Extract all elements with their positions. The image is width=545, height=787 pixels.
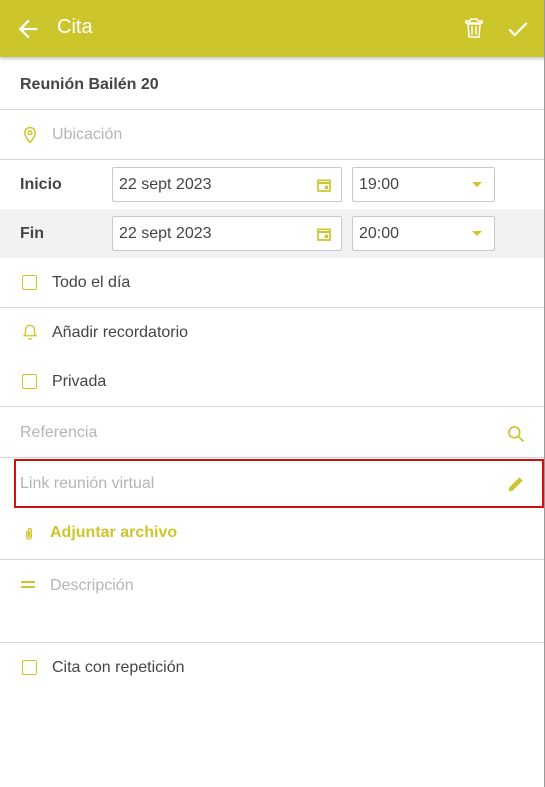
check-icon[interactable] <box>505 16 531 42</box>
dropdown-caret-icon <box>472 182 482 187</box>
pencil-icon[interactable] <box>506 474 526 494</box>
search-icon[interactable] <box>506 424 526 444</box>
start-date-input[interactable]: 22 sept 2023 <box>112 167 342 202</box>
divider <box>0 406 544 407</box>
attach-file-button[interactable]: Adjuntar archivo <box>50 524 177 542</box>
calendar-icon[interactable] <box>316 177 332 193</box>
location-pin-icon <box>23 126 37 144</box>
repeat-checkbox[interactable] <box>22 660 37 675</box>
divider <box>0 559 544 560</box>
end-time-value: 20:00 <box>359 225 400 242</box>
end-label: Fin <box>20 225 44 242</box>
virtual-link-input[interactable]: Link reunión virtual <box>20 475 154 493</box>
divider <box>0 642 544 643</box>
top-app-bar: Cita <box>0 0 545 57</box>
start-date-value: 22 sept 2023 <box>119 176 212 193</box>
start-time-value: 19:00 <box>359 176 400 193</box>
divider <box>0 109 544 110</box>
bell-icon <box>22 324 38 340</box>
reference-input[interactable]: Referencia <box>20 424 97 442</box>
private-checkbox[interactable] <box>22 374 37 389</box>
trash-icon[interactable] <box>462 16 486 40</box>
divider <box>0 307 544 308</box>
calendar-icon[interactable] <box>316 226 332 242</box>
divider <box>0 457 544 458</box>
private-label: Privada <box>52 373 107 390</box>
dropdown-caret-icon <box>472 231 482 236</box>
back-arrow-icon[interactable] <box>14 15 42 43</box>
add-reminder-button[interactable]: Añadir recordatorio <box>52 324 188 342</box>
all-day-label: Todo el día <box>52 274 131 291</box>
location-input[interactable]: Ubicación <box>52 126 122 144</box>
end-date-input[interactable]: 22 sept 2023 <box>112 216 342 251</box>
divider <box>0 159 544 160</box>
description-input[interactable]: Descripción <box>50 577 134 595</box>
event-name-field[interactable]: Reunión Bailén 20 <box>20 76 159 94</box>
start-label: Inicio <box>20 176 62 193</box>
start-time-select[interactable]: 19:00 <box>352 167 495 202</box>
appointment-form: Cita Reunión Bailén 20 Ubicación Inicio … <box>0 0 545 787</box>
page-title: Cita <box>57 16 93 38</box>
repeat-label: Cita con repetición <box>52 659 185 676</box>
paperclip-icon[interactable] <box>22 525 36 543</box>
end-time-select[interactable]: 20:00 <box>352 216 495 251</box>
all-day-checkbox[interactable] <box>22 275 37 290</box>
end-date-value: 22 sept 2023 <box>119 225 212 242</box>
description-icon <box>21 581 35 588</box>
